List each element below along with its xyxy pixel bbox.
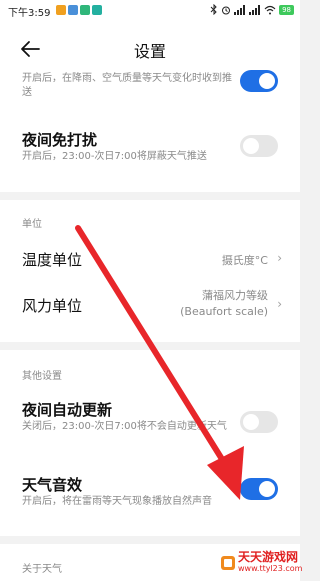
chevron-right-icon: ›: [277, 251, 282, 265]
watermark-logo-icon: [221, 556, 235, 570]
bluetooth-icon: [210, 4, 217, 15]
night-auto-update-description: 关闭后，23:00-次日7:00将不会自动更新天气: [22, 421, 227, 432]
temperature-unit-row[interactable]: 温度单位 摄氏度°C ›: [0, 240, 300, 280]
weather-change-push-description: 开启后，在降雨、空气质量等天气变化时收到推送: [22, 73, 232, 98]
units-card: 单位 温度单位 摄氏度°C › 风力单位 蒲福风力等级 (Beaufort sc…: [0, 200, 300, 342]
night-dnd-toggle[interactable]: [240, 135, 278, 157]
weather-sound-title: 天气音效: [22, 476, 83, 494]
temperature-unit-title: 温度单位: [22, 251, 83, 269]
other-settings-card: 其他设置 夜间自动更新 关闭后，23:00-次日7:00将不会自动更新天气 天气…: [0, 350, 300, 536]
battery-icon: 98: [279, 4, 294, 15]
weather-sound-toggle[interactable]: [240, 478, 278, 500]
app-notification-icon: [92, 5, 102, 15]
section-divider: [0, 192, 300, 200]
section-divider: [0, 342, 300, 350]
status-indicators: 98: [210, 4, 294, 15]
weather-sound-description: 开启后，将在雷雨等天气现象播放自然声音: [22, 496, 212, 507]
wind-unit-value-line1: 蒲福风力等级: [202, 289, 268, 302]
night-dnd-description: 开启后，23:00-次日7:00将屏蔽天气推送: [22, 151, 207, 162]
wind-unit-row[interactable]: 风力单位 蒲福风力等级 (Beaufort scale) ›: [0, 284, 300, 332]
signal-icon: [249, 4, 261, 15]
section-label-units: 单位: [22, 219, 42, 230]
chevron-right-icon: ›: [277, 297, 282, 311]
status-time: 下午3:59: [8, 8, 51, 19]
wind-unit-title: 风力单位: [22, 297, 83, 315]
section-label-about: 关于天气: [22, 564, 62, 575]
night-dnd-title: 夜间免打扰: [22, 131, 98, 149]
night-auto-update-title: 夜间自动更新: [22, 401, 113, 419]
toggle-knob: [243, 138, 259, 154]
signal-icon: [234, 4, 246, 15]
app-notification-icon: [56, 5, 66, 15]
header: 设置: [0, 22, 300, 76]
section-divider: [0, 536, 300, 544]
status-bar: 下午3:59 98: [0, 0, 300, 22]
weather-change-push-toggle[interactable]: [240, 70, 278, 92]
wifi-icon: [264, 5, 276, 14]
watermark-url: www.ttyl23.com: [238, 564, 303, 573]
toggle-knob: [243, 414, 259, 430]
page-title: 设置: [133, 42, 166, 61]
temperature-unit-value: 摄氏度°C: [221, 254, 268, 267]
alarm-icon: [222, 6, 231, 14]
watermark: 天天游戏网 www.ttyl23.com: [220, 548, 302, 578]
app-notification-icon: [80, 5, 90, 15]
night-auto-update-toggle[interactable]: [240, 411, 278, 433]
toggle-knob: [259, 481, 275, 497]
app-notification-icon: [68, 5, 78, 15]
wind-unit-value-line2: (Beaufort scale): [180, 305, 268, 318]
toggle-knob: [259, 73, 275, 89]
watermark-title: 天天游戏网: [238, 550, 299, 564]
notification-settings-card: 开启后，在降雨、空气质量等天气变化时收到推送 夜间免打扰 开启后，23:00-次…: [0, 70, 300, 192]
section-label-other: 其他设置: [22, 371, 62, 382]
